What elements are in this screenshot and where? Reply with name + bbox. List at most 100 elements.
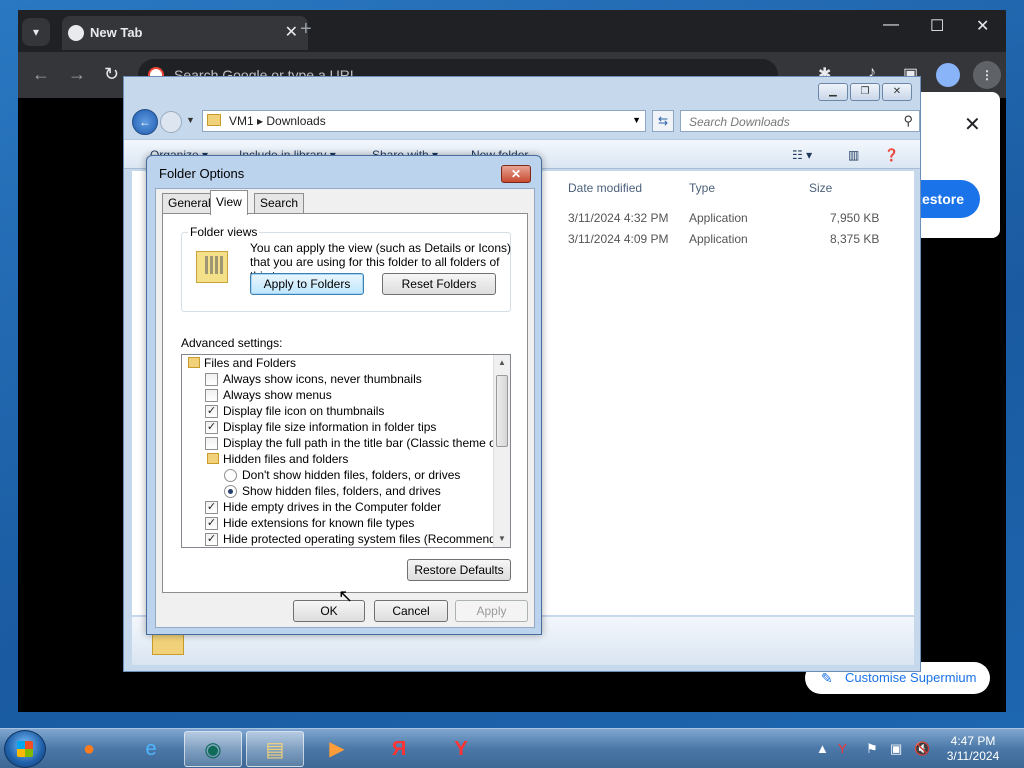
reload-icon[interactable]: ↻	[104, 64, 119, 85]
address-row: ← ▼ VM1 ▸ Downloads ▼ ⇆ Search Downloads…	[132, 109, 920, 135]
mouse-cursor-icon: ↖	[338, 586, 354, 606]
clock[interactable]: 4:47 PM 3/11/2024	[940, 734, 1006, 764]
customise-label: Customise Supermium	[845, 670, 977, 685]
clock-date: 3/11/2024	[946, 749, 1000, 763]
preview-pane-icon[interactable]: ▥	[848, 148, 859, 162]
ok-button[interactable]: OK	[293, 600, 365, 622]
column-date-modified[interactable]: Date modified	[568, 181, 642, 195]
forward-arrow-icon[interactable]	[160, 111, 182, 133]
scroll-up-icon[interactable]: ▲	[494, 355, 510, 371]
minimize-button[interactable]: —	[883, 16, 899, 34]
explorer-minimize-button[interactable]: ▁	[818, 83, 848, 101]
browser-tab[interactable]: New Tab ✕	[62, 16, 308, 50]
network-icon[interactable]: ▣	[890, 741, 902, 757]
tree-item-label: Hide extensions for known file types	[223, 516, 415, 530]
folder-icon	[188, 357, 200, 368]
dialog-title: Folder Options	[159, 166, 245, 181]
help-icon[interactable]: ❓	[884, 148, 899, 162]
internet-explorer-icon[interactable]: e	[122, 731, 180, 767]
taskbar: ● e ◉ ▤ ▶ Я Y ▲ Y ⚑ ▣ 🔇 4:47 PM 3/11/202…	[0, 728, 1024, 768]
radio-button[interactable]	[224, 469, 237, 482]
show-hidden-icons-icon[interactable]: ▲	[816, 741, 829, 756]
back-arrow-icon[interactable]: ←	[132, 109, 158, 135]
volume-muted-icon[interactable]: 🔇	[914, 741, 930, 757]
refresh-icon[interactable]: ⇆	[652, 110, 674, 132]
scroll-down-icon[interactable]: ▼	[494, 531, 510, 547]
forward-icon[interactable]: →	[68, 64, 86, 85]
checkbox[interactable]	[205, 373, 218, 386]
tab-favicon-icon	[68, 25, 84, 41]
search-input[interactable]: Search Downloads ⚲	[680, 110, 920, 132]
firefox-icon[interactable]: ●	[60, 731, 118, 767]
tab-search[interactable]: Search	[254, 193, 305, 213]
maximize-button[interactable]: ☐	[930, 16, 944, 36]
tree-item-label: Hide empty drives in the Computer folder	[223, 500, 442, 514]
cancel-button[interactable]: Cancel	[374, 600, 448, 622]
recent-pages-dropdown-icon[interactable]: ▼	[186, 115, 195, 125]
file-size: 8,375 KB	[830, 232, 880, 246]
apply-to-folders-button[interactable]: Apply to Folders	[250, 273, 364, 295]
back-icon[interactable]: ←	[32, 64, 50, 85]
tree-item-label: Hidden files and folders	[223, 452, 349, 466]
folder-options-dialog: Folder Options ✕ General View Search Fol…	[146, 155, 542, 635]
address-dropdown-icon[interactable]: ▼	[632, 115, 641, 125]
explorer-close-button[interactable]: ✕	[882, 83, 912, 101]
column-size[interactable]: Size	[809, 181, 832, 195]
action-center-flag-icon[interactable]: ⚑	[866, 741, 878, 757]
search-placeholder: Search Downloads	[689, 115, 790, 129]
close-window-button[interactable]: ✕	[976, 16, 989, 36]
tree-item-label: Always show icons, never thumbnails	[223, 372, 422, 386]
yandex-tray-icon[interactable]: Y	[838, 741, 847, 756]
folder-icon	[207, 453, 219, 464]
scroll-thumb[interactable]	[496, 375, 508, 447]
yandex-icon[interactable]: Y	[432, 731, 490, 767]
advanced-settings-list[interactable]: Files and Folders Always show icons, nev…	[181, 354, 511, 548]
folder-views-legend: Folder views	[188, 225, 260, 239]
view-options-icon[interactable]: ☷ ▾	[792, 148, 812, 162]
checkbox[interactable]	[205, 437, 218, 450]
file-type: Application	[689, 232, 748, 246]
tab-view[interactable]: View	[210, 190, 248, 215]
tab-general[interactable]: General	[162, 193, 217, 213]
checkbox-checked[interactable]: ✓	[205, 517, 218, 530]
file-type: Application	[689, 211, 748, 225]
windows-logo-icon	[17, 741, 33, 757]
dialog-close-button[interactable]: ✕	[501, 165, 531, 183]
radio-button-selected[interactable]	[224, 485, 237, 498]
apply-button[interactable]: Apply	[455, 600, 528, 622]
checkbox-checked[interactable]: ✓	[205, 501, 218, 514]
clock-time: 4:47 PM	[950, 734, 996, 748]
checkbox-checked[interactable]: ✓	[205, 405, 218, 418]
breadcrumb[interactable]: VM1 ▸ Downloads	[229, 114, 326, 128]
checkbox-checked[interactable]: ✓	[205, 421, 218, 434]
checkbox[interactable]	[205, 389, 218, 402]
scrollbar[interactable]: ▲ ▼	[493, 355, 510, 547]
tree-item-label: Files and Folders	[204, 356, 297, 370]
tree-item-label: Display the full path in the title bar (…	[223, 436, 511, 450]
restore-defaults-button[interactable]: Restore Defaults	[407, 559, 511, 581]
view-tab-panel: Folder views You can apply the view (suc…	[162, 213, 528, 593]
address-bar[interactable]: VM1 ▸ Downloads ▼	[202, 110, 646, 132]
explorer-restore-button[interactable]: ❐	[850, 83, 880, 101]
profile-avatar[interactable]	[936, 63, 960, 87]
file-size: 7,950 KB	[830, 211, 880, 225]
supermium-icon[interactable]: ◉	[184, 731, 242, 767]
column-type[interactable]: Type	[689, 181, 715, 195]
close-icon[interactable]: ✕	[964, 112, 981, 137]
media-player-icon[interactable]: ▶	[308, 731, 366, 767]
tab-close-icon[interactable]: ✕	[285, 22, 298, 42]
start-button[interactable]	[4, 730, 46, 768]
advanced-settings-label: Advanced settings:	[181, 336, 283, 350]
tree-item-label: Hide protected operating system files (R…	[223, 532, 511, 546]
folder-icon	[207, 114, 221, 126]
file-explorer-icon[interactable]: ▤	[246, 731, 304, 767]
tab-search-button[interactable]: ▾	[22, 18, 50, 46]
checkbox-checked[interactable]: ✓	[205, 533, 218, 546]
file-date: 3/11/2024 4:09 PM	[568, 232, 669, 246]
menu-icon[interactable]: ⋮	[973, 61, 1001, 89]
yandex-browser-icon[interactable]: Я	[370, 731, 428, 767]
new-tab-button[interactable]: +	[300, 18, 312, 41]
reset-folders-button[interactable]: Reset Folders	[382, 273, 496, 295]
search-icon[interactable]: ⚲	[903, 113, 913, 129]
tree-item-label: Display file size information in folder …	[223, 420, 437, 434]
